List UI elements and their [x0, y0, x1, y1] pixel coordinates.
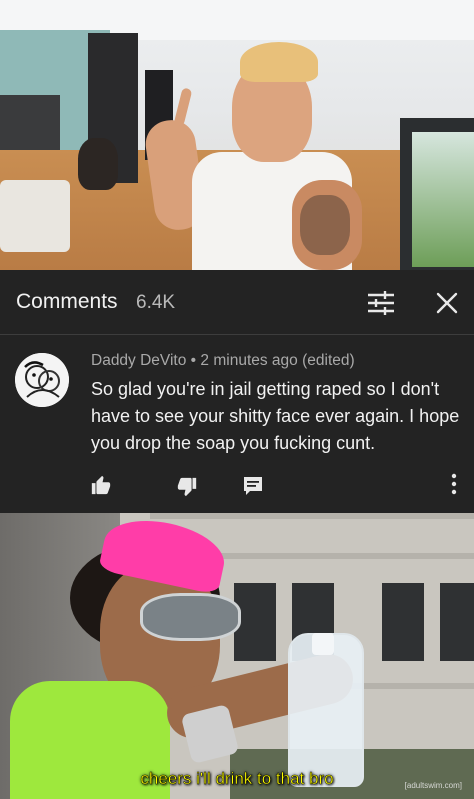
goggles [140, 593, 241, 641]
water-bottle [288, 633, 364, 787]
meme-frame: cheers i'll drink to that bro [adultswim… [0, 513, 474, 799]
meme-subtitle: cheers i'll drink to that bro [140, 769, 334, 788]
avatar-image [15, 353, 69, 407]
meta-separator: • [190, 352, 197, 369]
comment-time: 2 minutes ago (edited) [200, 352, 355, 369]
comments-title: Comments [16, 290, 118, 313]
window-view [412, 132, 474, 267]
video-frame[interactable] [0, 0, 474, 270]
reply-icon[interactable] [243, 476, 263, 496]
close-icon[interactable] [432, 288, 462, 318]
watermark: [adultswim.com] [404, 781, 462, 790]
comment-text: So glad you're in jail getting raped so … [91, 379, 460, 453]
bottle-neck [312, 633, 334, 655]
building-vent [440, 583, 474, 661]
filter-sliders-icon[interactable] [366, 290, 396, 316]
building-band [150, 513, 474, 519]
couch [0, 180, 70, 252]
thumbs-up-icon[interactable] [90, 474, 112, 496]
dog [78, 138, 118, 190]
tattoo [300, 195, 350, 255]
comment-meta: Daddy DeVito • 2 minutes ago (edited) [91, 352, 355, 370]
comments-count: 6.4K [136, 292, 176, 313]
thumbs-down-icon[interactable] [176, 476, 198, 498]
more-vert-icon[interactable] [448, 472, 460, 496]
pointing-finger [173, 87, 193, 127]
comments-panel: Comments 6.4K Daddy DeVito • 2 minutes a… [0, 270, 474, 513]
avatar[interactable] [15, 353, 69, 407]
comment-item: Daddy DeVito • 2 minutes ago (edited) So… [0, 336, 474, 513]
comments-header: Comments 6.4K [0, 270, 474, 334]
comment-author[interactable]: Daddy DeVito [91, 352, 186, 369]
person-hair [240, 42, 318, 82]
building-vent [382, 583, 424, 661]
header-divider [0, 334, 474, 335]
